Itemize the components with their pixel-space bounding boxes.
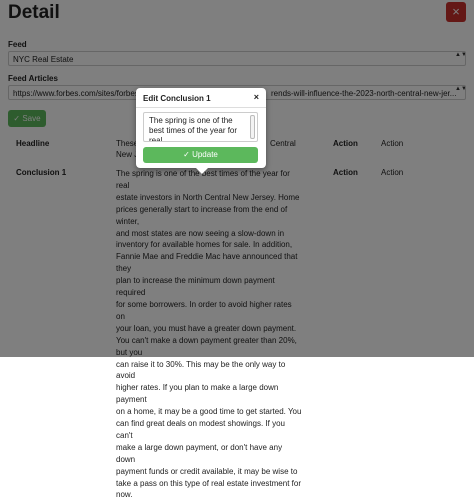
popover-title: Edit Conclusion 1 bbox=[143, 94, 211, 103]
conclusion-textarea[interactable]: The spring is one of the best times of t… bbox=[143, 112, 258, 142]
text-line: on a home, it may be a good time to get … bbox=[116, 407, 302, 417]
textarea-scrollbar[interactable] bbox=[250, 115, 255, 139]
check-icon: ✓ bbox=[183, 150, 193, 159]
text-line: take a pass on this type of real estate … bbox=[116, 478, 301, 488]
popover-close-button[interactable]: × bbox=[254, 92, 259, 102]
textarea-line: best times of the year for bbox=[149, 126, 238, 135]
text-line: higher rates. If you plan to make a larg… bbox=[116, 383, 279, 405]
textarea-line: real bbox=[149, 136, 163, 142]
textarea-line: The spring is one of the bbox=[149, 116, 233, 125]
text-line: payment funds or credit available, it ma… bbox=[116, 466, 298, 476]
text-line: can find great deals on modest showings.… bbox=[116, 419, 285, 440]
popover-caret bbox=[196, 168, 208, 174]
update-button-label: Update bbox=[192, 150, 218, 159]
text-line: make a large down payment, or don't have… bbox=[116, 442, 283, 464]
modal-backdrop[interactable] bbox=[0, 0, 474, 357]
edit-popover: Edit Conclusion 1 × The spring is one of… bbox=[136, 88, 266, 174]
text-line: can raise it to 30%. This may be the onl… bbox=[116, 359, 286, 381]
text-line: now. bbox=[116, 490, 133, 500]
update-button[interactable]: ✓ Update bbox=[143, 147, 258, 163]
popover-divider bbox=[136, 107, 266, 108]
